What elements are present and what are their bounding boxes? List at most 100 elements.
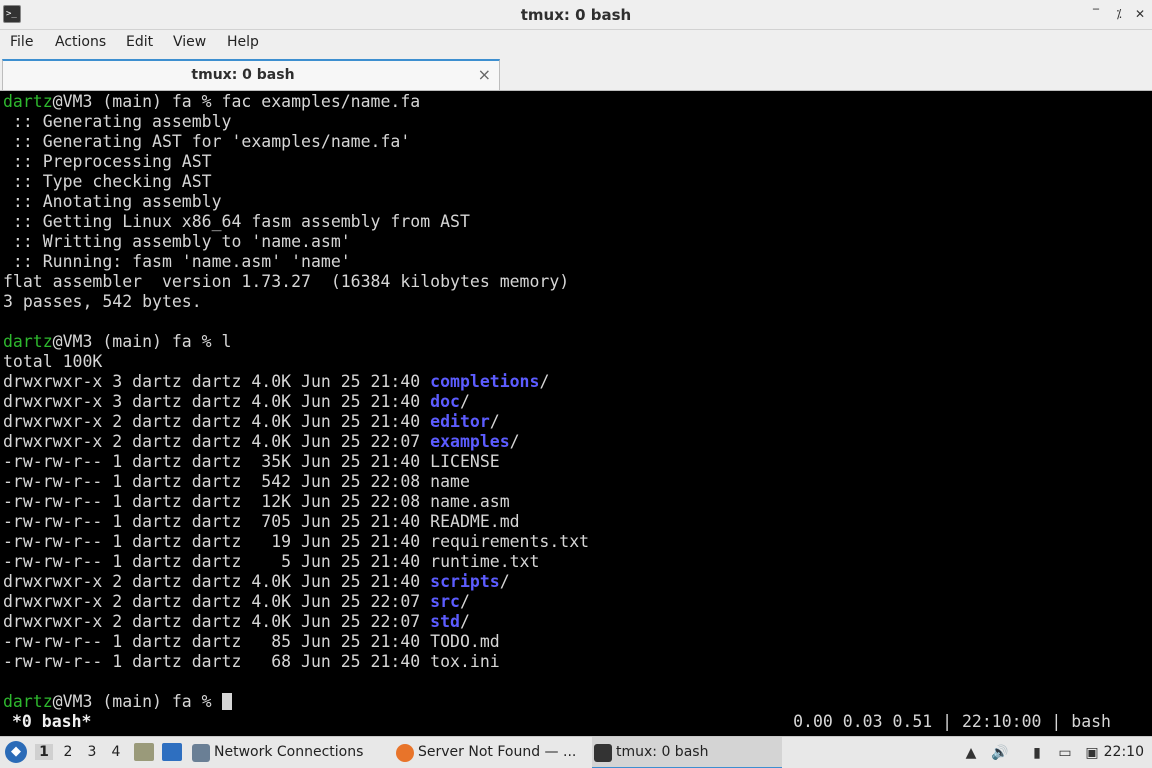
clock[interactable]: 22:10 (1104, 744, 1144, 760)
terminal-line: drwxrwxr-x 3 dartz dartz 4.0K Jun 25 21:… (3, 392, 470, 412)
prompt-user: dartz (3, 692, 53, 711)
restore-button[interactable]: ⁒ (1111, 6, 1127, 22)
show-desktop-icon[interactable] (162, 743, 182, 761)
terminal-line: dartz@VM3 (main) fa % (3, 692, 232, 712)
task-network-connections[interactable]: Network Connections (190, 737, 386, 768)
directory-name: scripts (430, 572, 500, 591)
terminal-text: drwxrwxr-x 2 dartz dartz 4.0K Jun 25 21:… (3, 412, 431, 431)
terminal-line: dartz@VM3 (main) fa % fac examples/name.… (3, 92, 420, 112)
directory-name: src (430, 592, 460, 611)
terminal-line: -rw-rw-r-- 1 dartz dartz 542 Jun 25 22:0… (3, 472, 470, 492)
eject-icon[interactable]: ▲ (962, 744, 980, 762)
clipboard-icon[interactable]: ▮ (1028, 744, 1046, 762)
terminal-text: -rw-rw-r-- 1 dartz dartz 542 Jun 25 22:0… (3, 472, 470, 491)
menu-file[interactable]: File (10, 34, 33, 50)
terminal-text: / (489, 412, 500, 431)
terminal-line: dartz@VM3 (main) fa % l (3, 332, 231, 352)
network-icon (192, 744, 210, 762)
terminal-text: @VM3 (main) fa % l (52, 332, 232, 351)
task-label: Network Connections (214, 744, 364, 760)
terminal-text: / (459, 392, 470, 411)
terminal-text: / (539, 372, 550, 391)
terminal-line: drwxrwxr-x 2 dartz dartz 4.0K Jun 25 22:… (3, 612, 470, 632)
terminal-text: -rw-rw-r-- 1 dartz dartz 68 Jun 25 21:40… (3, 652, 500, 671)
terminal-text: -rw-rw-r-- 1 dartz dartz 5 Jun 25 21:40 … (3, 552, 540, 571)
workspace-2[interactable]: 2 (59, 744, 77, 760)
directory-name: doc (430, 392, 460, 411)
terminal-line: -rw-rw-r-- 1 dartz dartz 19 Jun 25 21:40… (3, 532, 589, 552)
terminal-text: -rw-rw-r-- 1 dartz dartz 12K Jun 25 22:0… (3, 492, 510, 511)
prompt-user: dartz (3, 92, 53, 111)
window-title: tmux: 0 bash (520, 6, 632, 24)
terminal-line: -rw-rw-r-- 1 dartz dartz 705 Jun 25 21:4… (3, 512, 520, 532)
terminal-text: :: Anotating assembly (3, 192, 222, 211)
terminal-line: :: Running: fasm 'name.asm' 'name' (3, 252, 351, 272)
tab-close-icon[interactable]: × (478, 65, 491, 84)
terminal-line: -rw-rw-r-- 1 dartz dartz 12K Jun 25 22:0… (3, 492, 510, 512)
menu-view[interactable]: View (173, 34, 206, 50)
terminal-output[interactable]: dartz@VM3 (main) fa % fac examples/name.… (0, 91, 1152, 734)
minimize-button[interactable]: ‾ (1088, 6, 1104, 22)
terminal-text: -rw-rw-r-- 1 dartz dartz 19 Jun 25 21:40… (3, 532, 590, 551)
terminal-text: -rw-rw-r-- 1 dartz dartz 705 Jun 25 21:4… (3, 512, 520, 531)
terminal-line: -rw-rw-r-- 1 dartz dartz 68 Jun 25 21:40… (3, 652, 500, 672)
terminal-line: total 100K (3, 352, 102, 372)
start-menu-icon[interactable]: ◆ (5, 741, 27, 763)
terminal-line: :: Generating AST for 'examples/name.fa' (3, 132, 410, 152)
directory-name: completions (430, 372, 540, 391)
terminal-text: drwxrwxr-x 2 dartz dartz 4.0K Jun 25 22:… (3, 432, 431, 451)
terminal-line: :: Writting assembly to 'name.asm' (3, 232, 351, 252)
terminal-line: :: Getting Linux x86_64 fasm assembly fr… (3, 212, 470, 232)
menu-actions[interactable]: Actions (55, 34, 106, 50)
terminal-text: :: Type checking AST (3, 172, 212, 191)
terminal-line: -rw-rw-r-- 1 dartz dartz 35K Jun 25 21:4… (3, 452, 500, 472)
task-firefox[interactable]: Server Not Found — ... (394, 737, 584, 768)
terminal-line: drwxrwxr-x 3 dartz dartz 4.0K Jun 25 21:… (3, 372, 549, 392)
terminal-text: / (459, 592, 470, 611)
terminal-text: drwxrwxr-x 2 dartz dartz 4.0K Jun 25 22:… (3, 612, 431, 631)
terminal-line: :: Anotating assembly (3, 192, 222, 212)
menu-help[interactable]: Help (227, 34, 259, 50)
terminal-line: drwxrwxr-x 2 dartz dartz 4.0K Jun 25 21:… (3, 572, 510, 592)
task-tmux[interactable]: tmux: 0 bash (592, 737, 782, 768)
close-button[interactable]: ✕ (1132, 6, 1148, 22)
terminal-text: @VM3 (main) fa % (52, 692, 222, 711)
terminal-line: -rw-rw-r-- 1 dartz dartz 85 Jun 25 21:40… (3, 632, 500, 652)
terminal-line: -rw-rw-r-- 1 dartz dartz 5 Jun 25 21:40 … (3, 552, 539, 572)
terminal-text: drwxrwxr-x 3 dartz dartz 4.0K Jun 25 21:… (3, 372, 431, 391)
terminal-text: :: Writting assembly to 'name.asm' (3, 232, 351, 251)
workspace-3[interactable]: 3 (83, 744, 101, 760)
workspace-4[interactable]: 4 (107, 744, 125, 760)
terminal-line: flat assembler version 1.73.27 (16384 ki… (3, 272, 569, 292)
terminal-text: / (459, 612, 470, 631)
network-tray-icon[interactable]: ▭ (1056, 744, 1074, 762)
terminal-text: / (499, 572, 510, 591)
tab-title: tmux: 0 bash (191, 67, 295, 83)
menu-edit[interactable]: Edit (126, 34, 153, 50)
workspace-1[interactable]: 1 (35, 744, 53, 760)
tmux-window-list[interactable]: *0 bash* (12, 712, 91, 732)
menu-bar: File Actions Edit View Help (0, 30, 1152, 57)
directory-name: editor (430, 412, 490, 431)
taskbar: ◆ 1 2 3 4 Network Connections Server Not… (0, 736, 1152, 768)
terminal-text: drwxrwxr-x 2 dartz dartz 4.0K Jun 25 21:… (3, 572, 431, 591)
tmux-status-right: 0.00 0.03 0.51 | 22:10:00 | bash (793, 712, 1111, 731)
terminal-text: :: Running: fasm 'name.asm' 'name' (3, 252, 351, 271)
terminal-line: :: Type checking AST (3, 172, 212, 192)
terminal-text: :: Generating assembly (3, 112, 232, 131)
terminal-text: drwxrwxr-x 2 dartz dartz 4.0K Jun 25 22:… (3, 592, 431, 611)
terminal-text: total 100K (3, 352, 103, 371)
volume-icon[interactable]: 🔊 (991, 744, 1009, 762)
task-label: Server Not Found — ... (418, 744, 577, 760)
terminal-text: -rw-rw-r-- 1 dartz dartz 85 Jun 25 21:40… (3, 632, 500, 651)
directory-name: examples (430, 432, 510, 451)
terminal-text: drwxrwxr-x 3 dartz dartz 4.0K Jun 25 21:… (3, 392, 431, 411)
terminal-text: flat assembler version 1.73.27 (16384 ki… (3, 272, 570, 291)
tab-tmux[interactable]: tmux: 0 bash × (2, 59, 500, 90)
task-label: tmux: 0 bash (616, 744, 709, 760)
file-manager-icon[interactable] (134, 743, 154, 761)
terminal-line: :: Preprocessing AST (3, 152, 212, 172)
terminal-text: :: Generating AST for 'examples/name.fa' (3, 132, 411, 151)
terminal-text: :: Getting Linux x86_64 fasm assembly fr… (3, 212, 470, 231)
notifications-icon[interactable]: ▣ (1083, 744, 1101, 762)
